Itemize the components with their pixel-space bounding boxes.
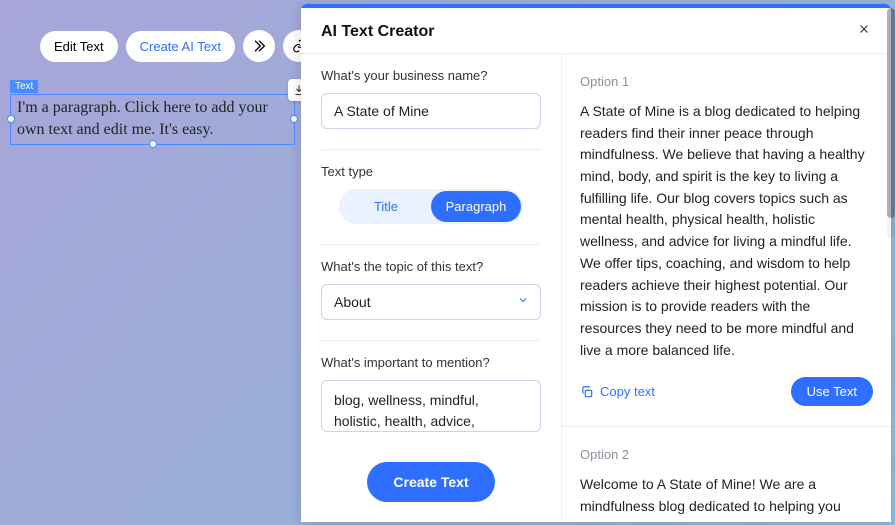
- selected-text-element[interactable]: Text I'm a paragraph. Click here to add …: [10, 76, 295, 145]
- form-column: What's your business name? Text type Tit…: [301, 54, 561, 522]
- topic-label: What's the topic of this text?: [321, 259, 541, 274]
- close-icon: [857, 22, 871, 36]
- mention-label: What's important to mention?: [321, 355, 541, 370]
- use-text-button[interactable]: Use Text: [791, 377, 873, 406]
- copy-text-label: Copy text: [600, 384, 655, 399]
- paragraph-content: I'm a paragraph. Click here to add your …: [17, 99, 268, 138]
- scrollbar-thumb[interactable]: [887, 8, 895, 218]
- animation-icon[interactable]: [243, 30, 275, 62]
- copy-text-button[interactable]: Copy text: [580, 384, 655, 399]
- divider: [321, 149, 541, 150]
- option-actions: Copy text Use Text: [580, 377, 873, 406]
- result-option: Option 2 Welcome to A State of Mine! We …: [562, 427, 891, 522]
- text-type-title[interactable]: Title: [341, 191, 431, 222]
- option-label: Option 1: [580, 74, 873, 89]
- text-type-label: Text type: [321, 164, 541, 179]
- text-type-toggle: Title Paragraph: [339, 189, 523, 224]
- divider: [321, 340, 541, 341]
- scrollbar[interactable]: [887, 8, 895, 238]
- business-name-input[interactable]: [321, 93, 541, 129]
- element-type-badge: Text: [10, 80, 38, 93]
- modal-body: What's your business name? Text type Tit…: [301, 53, 891, 522]
- option-text: A State of Mine is a blog dedicated to h…: [580, 101, 873, 361]
- resize-handle-bottom[interactable]: [149, 140, 157, 148]
- business-name-label: What's your business name?: [321, 68, 541, 83]
- result-option: Option 1 A State of Mine is a blog dedic…: [562, 54, 891, 427]
- paragraph-text[interactable]: I'm a paragraph. Click here to add your …: [10, 94, 295, 145]
- close-button[interactable]: [857, 22, 871, 41]
- option-text: Welcome to A State of Mine! We are a min…: [580, 474, 873, 517]
- ai-text-creator-modal: AI Text Creator What's your business nam…: [301, 4, 891, 522]
- resize-handle-right[interactable]: [290, 115, 298, 123]
- topic-select[interactable]: About: [321, 284, 541, 320]
- modal-header: AI Text Creator: [301, 8, 891, 53]
- copy-icon: [580, 385, 594, 399]
- resize-handle-left[interactable]: [7, 115, 15, 123]
- results-column: Option 1 A State of Mine is a blog dedic…: [561, 54, 891, 522]
- edit-text-button[interactable]: Edit Text: [40, 31, 118, 62]
- modal-title: AI Text Creator: [321, 23, 435, 41]
- option-label: Option 2: [580, 447, 873, 462]
- text-type-paragraph[interactable]: Paragraph: [431, 191, 521, 222]
- create-ai-text-button[interactable]: Create AI Text: [126, 31, 235, 62]
- divider: [321, 244, 541, 245]
- create-text-button[interactable]: Create Text: [367, 462, 494, 502]
- mention-textarea[interactable]: [321, 380, 541, 432]
